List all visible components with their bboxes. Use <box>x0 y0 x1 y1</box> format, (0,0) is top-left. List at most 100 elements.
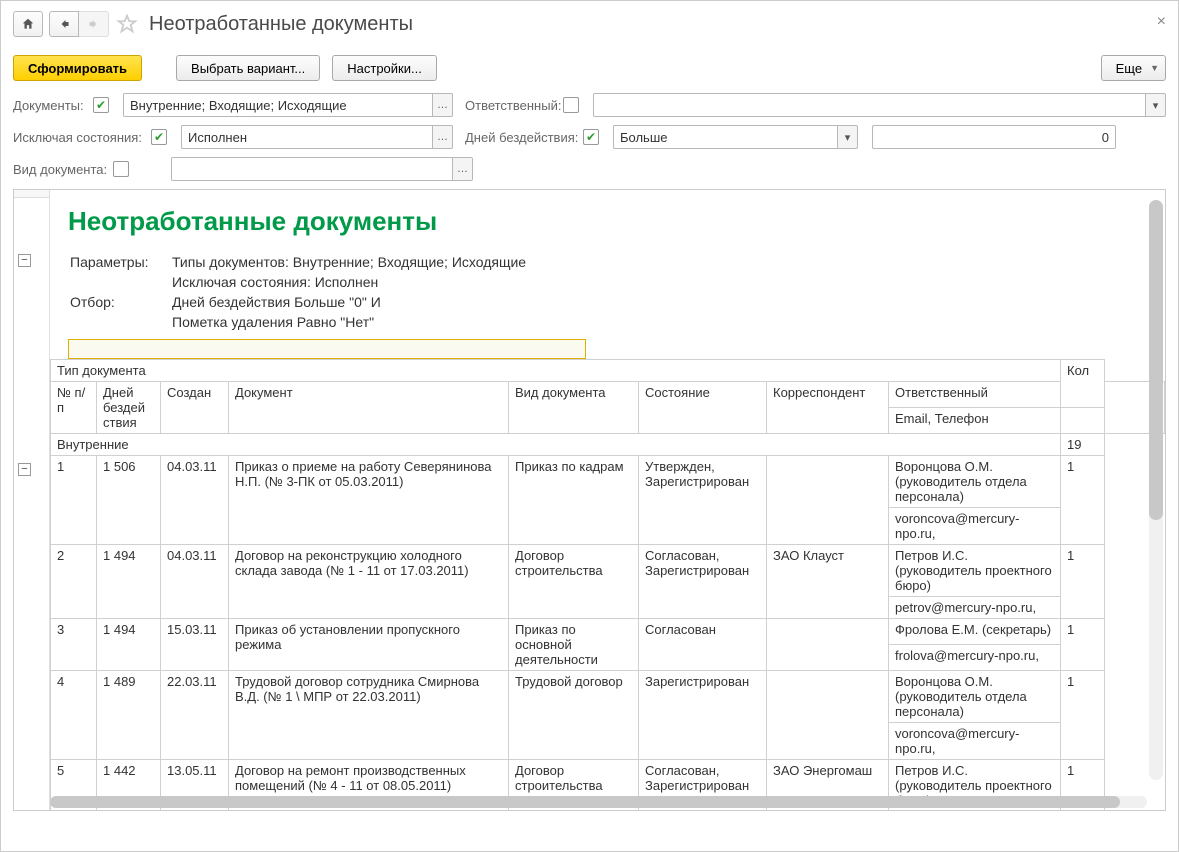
table-row[interactable]: 31 49415.03.11Приказ об установлении про… <box>51 619 1165 645</box>
cell-kind: Трудовой договор <box>509 671 639 760</box>
cell-kind: Приказ по основной деятельности <box>509 619 639 671</box>
cell-doc: Приказ об установлении пропускного режим… <box>229 619 509 671</box>
filter-responsible-label: Ответственный: <box>465 98 563 113</box>
hdr-kind: Вид документа <box>509 382 639 434</box>
cell-n: 2 <box>51 545 97 619</box>
cell-kind: Договор строительства <box>509 545 639 619</box>
cell-resp: Воронцова О.М. (руководитель отдела перс… <box>889 671 1061 723</box>
param-label: Параметры: <box>70 253 170 271</box>
cell-count: 1 <box>1061 619 1105 671</box>
filter-documents-picker[interactable]: … <box>433 93 453 117</box>
home-button[interactable] <box>13 11 43 37</box>
cell-count: 1 <box>1061 671 1105 760</box>
group-count: 19 <box>1061 434 1105 456</box>
close-icon[interactable]: × <box>1157 13 1166 31</box>
cell-doc: Приказ о приеме на работу Северянинова Н… <box>229 456 509 545</box>
cell-n: 3 <box>51 619 97 671</box>
choose-variant-button[interactable]: Выбрать вариант... <box>176 55 320 81</box>
hdr-corr: Корреспондент <box>767 382 889 434</box>
hdr-count: Кол <box>1061 360 1105 408</box>
group-name: Внутренние <box>51 434 1061 456</box>
cell-corr <box>767 619 889 671</box>
param-line1: Типы документов: Внутренние; Входящие; И… <box>172 253 532 271</box>
more-button-label: Еще <box>1116 61 1142 76</box>
filter-responsible-checkbox[interactable] <box>563 97 579 113</box>
filter-line2: Пометка удаления Равно "Нет" <box>172 313 532 331</box>
cell-resp: Петров И.С. (руководитель проектного бюр… <box>889 545 1061 597</box>
nav-back-button[interactable] <box>49 11 79 37</box>
cell-days: 1 494 <box>97 545 161 619</box>
filter-doc-kind-picker[interactable]: … <box>453 157 473 181</box>
cell-contact: voroncova@mercury-npo.ru, <box>889 723 1061 760</box>
param-line2: Исключая состояния: Исполнен <box>172 273 532 291</box>
filter-documents-checkbox[interactable] <box>93 97 109 113</box>
filter-exclude-states-picker[interactable]: … <box>433 125 453 149</box>
cell-count: 1 <box>1061 545 1105 619</box>
cell-doc: Договор на реконструкцию холодного склад… <box>229 545 509 619</box>
filter-exclude-states-input[interactable] <box>181 125 433 149</box>
favorite-star-icon[interactable] <box>115 12 139 36</box>
house-icon <box>21 17 35 31</box>
generate-button[interactable]: Сформировать <box>13 55 142 81</box>
filter-documents-input[interactable] <box>123 93 433 117</box>
cell-date: 04.03.11 <box>161 545 229 619</box>
cell-count: 1 <box>1061 456 1105 545</box>
report-table: Тип документа Кол № п/п Дней бездей стви… <box>50 359 1165 810</box>
filter-doc-kind-input[interactable] <box>171 157 453 181</box>
group-row[interactable]: Внутренние 19 <box>51 434 1165 456</box>
arrow-left-icon <box>58 18 70 30</box>
filter-line1: Дней бездействия Больше "0" И <box>172 293 532 311</box>
report-body: Неотработанные документы Параметры: Типы… <box>50 190 1165 810</box>
cell-state: Согласован <box>639 619 767 671</box>
cell-n: 1 <box>51 456 97 545</box>
collapse-report-icon[interactable]: − <box>18 254 31 267</box>
cell-kind: Приказ по кадрам <box>509 456 639 545</box>
filter-idle-days-label: Дней бездействия: <box>465 130 583 145</box>
filter-doc-kind-checkbox[interactable] <box>113 161 129 177</box>
cell-resp: Фролова Е.М. (секретарь) <box>889 619 1061 645</box>
cell-doc: Трудовой договор сотрудника Смирнова В.Д… <box>229 671 509 760</box>
hdr-document: Документ <box>229 382 509 434</box>
table-row[interactable]: 11 50604.03.11Приказ о приеме на работу … <box>51 456 1165 508</box>
report-outline-gutter: − − <box>14 190 50 810</box>
cell-contact: voroncova@mercury-npo.ru, <box>889 508 1061 545</box>
cell-corr <box>767 456 889 545</box>
action-row: Сформировать Выбрать вариант... Настройк… <box>13 55 1166 81</box>
arrow-right-icon <box>88 18 100 30</box>
cell-resp: Воронцова О.М. (руководитель отдела перс… <box>889 456 1061 508</box>
hdr-resp: Ответственный <box>889 382 1061 408</box>
cell-contact: petrov@mercury-npo.ru, <box>889 597 1061 619</box>
cell-state: Согласован, Зарегистрирован <box>639 545 767 619</box>
filter-responsible-input[interactable] <box>593 93 1146 117</box>
hdr-doc-type: Тип документа <box>51 360 1061 382</box>
collapse-group-icon[interactable]: − <box>18 463 31 476</box>
report-title: Неотработанные документы <box>68 206 1147 237</box>
nav-forward-button <box>79 11 109 37</box>
settings-button[interactable]: Настройки... <box>332 55 437 81</box>
more-button[interactable]: Еще ▼ <box>1101 55 1166 81</box>
selection-highlight <box>68 339 586 359</box>
hdr-n: № п/п <box>51 382 97 434</box>
filter-label: Отбор: <box>70 293 170 311</box>
cell-date: 22.03.11 <box>161 671 229 760</box>
cell-date: 15.03.11 <box>161 619 229 671</box>
filter-idle-days-checkbox[interactable] <box>583 129 599 145</box>
hdr-created: Создан <box>161 382 229 434</box>
filter-idle-days-op[interactable] <box>613 125 838 149</box>
chevron-down-icon: ▼ <box>1150 63 1159 73</box>
cell-days: 1 494 <box>97 619 161 671</box>
filter-exclude-states-checkbox[interactable] <box>151 129 167 145</box>
top-bar: Неотработанные документы <box>13 11 1166 37</box>
filter-responsible-dropdown[interactable]: ▾ <box>1146 93 1166 117</box>
horizontal-scrollbar[interactable] <box>50 796 1147 808</box>
filter-idle-days-value[interactable] <box>872 125 1116 149</box>
filter-documents-label: Документы: <box>13 98 93 113</box>
cell-date: 04.03.11 <box>161 456 229 545</box>
table-row[interactable]: 21 49404.03.11Договор на реконструкцию х… <box>51 545 1165 597</box>
hdr-state: Состояние <box>639 382 767 434</box>
table-row[interactable]: 41 48922.03.11Трудовой договор сотрудник… <box>51 671 1165 723</box>
cell-contact: frolova@mercury-npo.ru, <box>889 645 1061 671</box>
vertical-scrollbar[interactable] <box>1149 200 1163 780</box>
report-frame: − − Неотработанные документы Параметры: … <box>13 189 1166 811</box>
filter-idle-days-op-dropdown[interactable]: ▾ <box>838 125 858 149</box>
